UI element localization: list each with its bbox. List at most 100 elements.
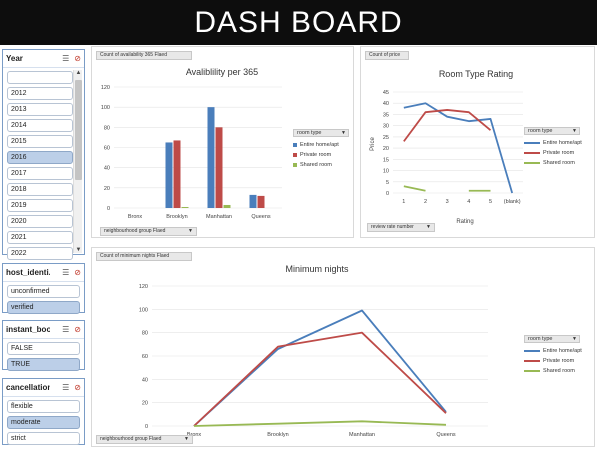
legend-item: Shared room [524,158,582,168]
y-tick-label: 45 [383,90,389,96]
cancellation-policy-slicer: cancellation... ☰ ⊘ flexible moderate stri… [2,378,85,445]
x-tick-label: 3 [446,199,449,205]
series-line [403,185,426,192]
slicer-item[interactable]: 2016 [7,151,73,164]
filter-dropdown-icon[interactable]: ▼ [572,128,577,134]
legend-item: Private room [524,356,582,366]
legend-swatch [524,370,540,372]
legend-field-button[interactable]: room type ▼ [524,335,580,343]
legend-item: Entire home/apt [524,346,582,356]
slicer-item[interactable]: unconfirmed [7,285,80,298]
slicer-items: flexible moderate strict [3,397,84,445]
x-tick-label: Manhattan [206,214,232,220]
slicer-item[interactable]: 2017 [7,167,73,180]
bar [249,194,257,208]
legend-swatch [293,143,297,147]
slicer-item[interactable]: 2019 [7,199,73,212]
legend-item: Private room [293,150,349,160]
y-tick-label: 60 [104,146,110,152]
clear-filter-icon[interactable]: ⊘ [74,268,81,277]
bar [173,140,181,208]
slicer-title: host_identi... [6,268,50,277]
axis-field-button[interactable]: neighbourhood group Flaed ▼ [100,227,197,236]
slicer-item[interactable]: 2015 [7,135,73,148]
slicer-item[interactable]: 2012 [7,87,73,100]
filter-dropdown-icon[interactable]: ▼ [188,228,193,235]
slicer-item[interactable]: strict [7,432,80,445]
slicer-item-blank[interactable] [7,71,73,84]
slicer-item[interactable]: flexible [7,400,80,413]
chart-legend: room type ▼ Entire home/apt Private room … [293,129,349,170]
x-tick-label: (blank) [504,199,521,205]
slicer-item[interactable]: TRUE [7,358,80,371]
scrollbar[interactable]: ▲ ▼ [73,70,82,253]
y-tick-label: 10 [383,169,389,175]
legend-title: room type [297,130,322,136]
legend-field-button[interactable]: room type ▼ [524,127,580,135]
clear-filter-icon[interactable]: ⊘ [74,325,81,334]
filter-dropdown-icon[interactable]: ▼ [184,436,189,443]
legend-swatch [524,360,540,362]
chart-legend: room type ▼ Entire home/apt Private room … [524,335,582,376]
slicer-item[interactable]: verified [7,301,80,314]
x-tick-label: 2 [424,199,427,205]
instant-bookable-slicer: instant_boo... ☰ ⊘ FALSE TRUE [2,320,85,371]
slicer-item[interactable]: 2013 [7,103,73,116]
y-tick-label: 25 [383,135,389,141]
slicer-item[interactable]: 2022 [7,247,73,260]
y-tick-label: 80 [142,331,148,337]
minimum-nights-panel: Count of minimum nights Flaed Minimum ni… [91,247,595,447]
y-tick-label: 80 [104,125,110,131]
legend-swatch [293,163,297,167]
chart-legend: room type ▼ Entire home/apt Private room … [524,127,582,168]
scroll-down-icon[interactable]: ▼ [74,247,83,253]
dashboard-title: DASH BOARD [0,0,597,45]
legend-item: Entire home/apt [524,138,582,148]
scroll-thumb[interactable] [75,80,82,180]
legend-field-button[interactable]: room type ▼ [293,129,349,137]
slicer-header: host_identi... ☰ ⊘ [3,264,84,282]
legend-item: Private room [524,148,582,158]
slicer-header: Year ☰ ⊘ [3,50,84,68]
slicer-item[interactable]: 2014 [7,119,73,132]
bar [257,195,265,208]
clear-filter-icon[interactable]: ⊘ [74,54,81,63]
slicer-items: unconfirmed verified [3,282,84,314]
clear-filter-icon[interactable]: ⊘ [74,383,81,392]
legend-label: Entire home/apt [300,142,339,148]
slicer-item[interactable]: FALSE [7,342,80,355]
year-slicer: Year ☰ ⊘ 2012 2013 2014 2015 2016 2017 2018 201… [2,49,85,260]
slicer-item[interactable]: 2018 [7,183,73,196]
x-tick-label: Queens [436,432,456,438]
legend-label: Entire home/apt [543,140,582,146]
axis-field-button[interactable]: review rate number ▼ [367,223,435,232]
slicer-items: FALSE TRUE [3,339,84,371]
slicer-item[interactable]: 2020 [7,215,73,228]
multiselect-icon[interactable]: ☰ [62,383,69,392]
legend-item: Shared room [293,160,349,170]
axis-field-label: review rate number [371,224,414,230]
scroll-up-icon[interactable]: ▲ [74,70,83,76]
y-tick-label: 100 [139,307,148,313]
y-tick-label: 20 [104,186,110,192]
series-line [193,420,447,427]
legend-title: room type [528,128,553,134]
x-axis-label: Rating [456,219,473,225]
filter-dropdown-icon[interactable]: ▼ [341,130,346,136]
y-tick-label: 20 [142,401,148,407]
legend-swatch [524,162,540,164]
multiselect-icon[interactable]: ☰ [62,268,69,277]
filter-dropdown-icon[interactable]: ▼ [572,336,577,342]
y-tick-label: 0 [386,191,389,197]
legend-label: Shared room [300,162,332,168]
multiselect-icon[interactable]: ☰ [62,325,69,334]
y-tick-label: 5 [386,180,389,186]
slicer-title: Year [6,54,23,63]
multiselect-icon[interactable]: ☰ [62,54,69,63]
y-tick-label: 20 [383,146,389,152]
filter-dropdown-icon[interactable]: ▼ [426,224,431,231]
slicer-item[interactable]: 2021 [7,231,73,244]
y-tick-label: 40 [142,377,148,383]
slicer-item[interactable]: moderate [7,416,80,429]
axis-field-button[interactable]: neighbourhood group Flaed ▼ [96,435,193,444]
